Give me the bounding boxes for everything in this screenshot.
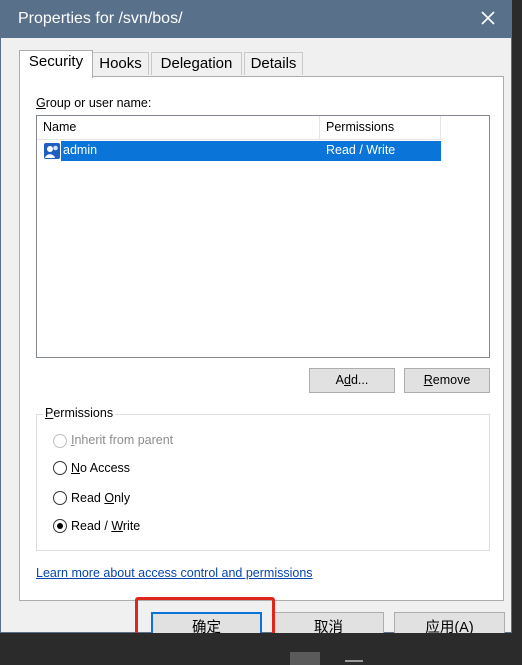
group-user-label: Group or user name: xyxy=(36,96,152,110)
radio-read-write[interactable] xyxy=(53,519,67,533)
tab-hooks[interactable]: Hooks xyxy=(92,52,149,75)
add-button[interactable]: Add... xyxy=(309,368,395,393)
permissions-group-title: Permissions xyxy=(43,406,116,420)
taskbar-indicator xyxy=(345,660,363,662)
radio-read-write-label: Read / Write xyxy=(71,519,141,533)
user-name: admin xyxy=(63,143,98,157)
radio-read-only[interactable] xyxy=(53,491,67,505)
user-icon xyxy=(44,143,60,159)
list-header: Name Permissions xyxy=(37,116,441,140)
radio-inherit[interactable] xyxy=(53,434,67,448)
access-control-help-link[interactable]: Learn more about access control and perm… xyxy=(36,566,313,580)
column-header-name[interactable]: Name xyxy=(37,116,320,139)
title-bar[interactable]: Properties for /svn/bos/ xyxy=(1,1,511,38)
user-permission: Read / Write xyxy=(326,143,396,157)
window-title: Properties for /svn/bos/ xyxy=(18,10,183,27)
radio-selected-dot xyxy=(57,523,63,529)
remove-button[interactable]: Remove xyxy=(404,368,490,393)
column-header-permissions[interactable]: Permissions xyxy=(320,116,441,139)
tab-delegation[interactable]: Delegation xyxy=(151,52,242,75)
radio-inherit-label: Inherit from parent xyxy=(71,433,174,447)
radio-no-access[interactable] xyxy=(53,461,67,475)
taskbar xyxy=(0,633,522,665)
security-panel: Group or user name: Name Permissions adm… xyxy=(19,76,504,601)
tab-details[interactable]: Details xyxy=(244,52,303,75)
close-icon[interactable] xyxy=(477,7,499,29)
tab-security[interactable]: Security xyxy=(19,50,93,78)
user-list[interactable]: Name Permissions admin Read / Write xyxy=(36,115,490,358)
properties-dialog: Properties for /svn/bos/ Security Hooks … xyxy=(0,0,512,645)
list-item[interactable]: admin Read / Write xyxy=(37,141,441,161)
permissions-groupbox: Permissions Inherit from parent No Acces… xyxy=(36,406,490,551)
radio-read-only-label: Read Only xyxy=(71,491,131,505)
taskbar-icon[interactable] xyxy=(290,652,320,665)
radio-no-access-label: No Access xyxy=(71,461,131,475)
